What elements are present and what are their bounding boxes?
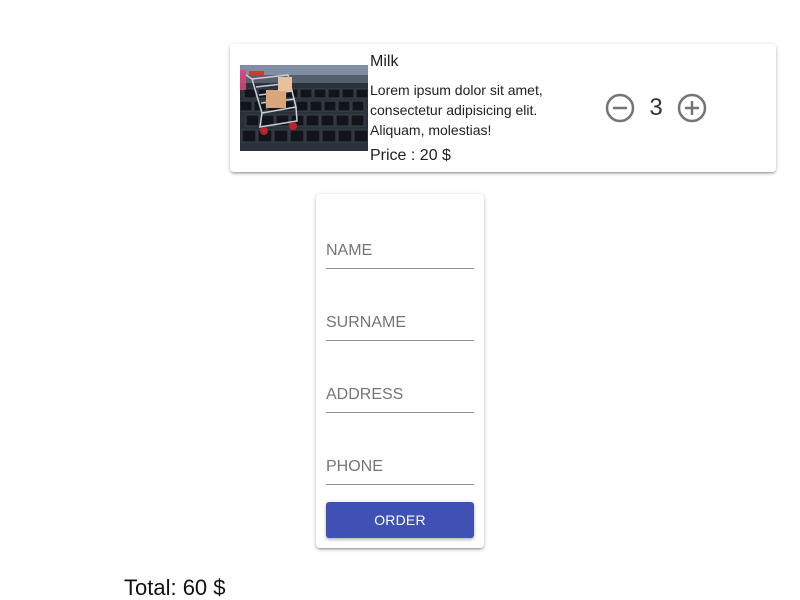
address-field-container xyxy=(326,380,474,413)
surname-input[interactable] xyxy=(326,308,474,338)
decrease-quantity-button[interactable] xyxy=(605,93,635,123)
surname-field-container xyxy=(326,308,474,341)
order-form: ORDER xyxy=(316,194,484,548)
shopping-cart-image-icon xyxy=(240,65,368,151)
name-field-container xyxy=(326,236,474,269)
phone-input[interactable] xyxy=(326,452,474,482)
name-input[interactable] xyxy=(326,236,474,266)
product-name: Milk xyxy=(370,53,399,70)
quantity-value: 3 xyxy=(649,94,663,121)
phone-field-container xyxy=(326,452,474,485)
plus-circle-icon xyxy=(677,93,707,123)
product-image xyxy=(240,65,368,151)
order-button[interactable]: ORDER xyxy=(326,502,474,538)
total-price: Total: 60 $ xyxy=(124,575,226,600)
cart-item-card: Milk Lorem ipsum dolor sit amet, consect… xyxy=(230,44,776,172)
address-input[interactable] xyxy=(326,380,474,410)
product-price: Price : 20 $ xyxy=(370,147,451,164)
increase-quantity-button[interactable] xyxy=(677,93,707,123)
product-description: Lorem ipsum dolor sit amet, consectetur … xyxy=(370,82,543,138)
minus-circle-icon xyxy=(605,93,635,123)
